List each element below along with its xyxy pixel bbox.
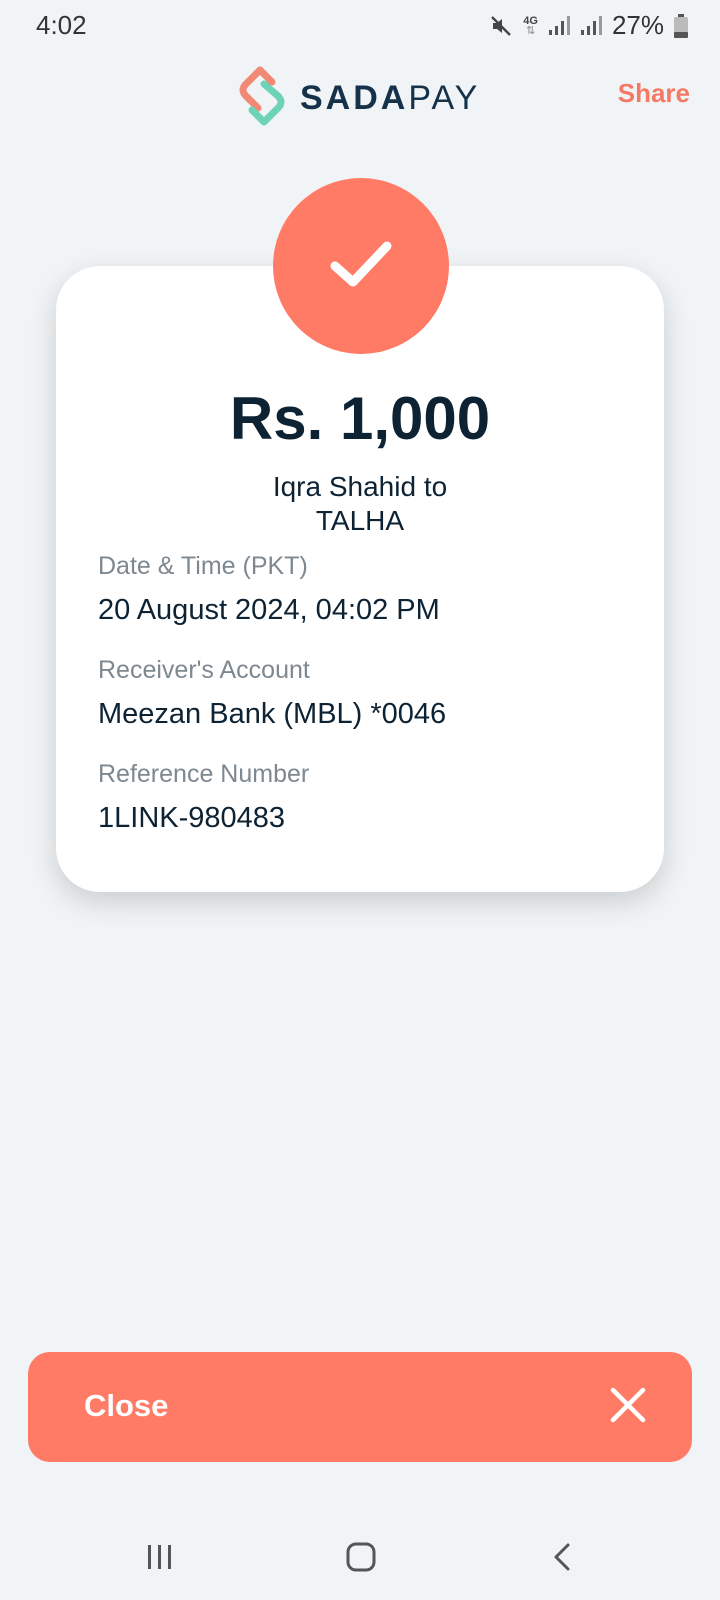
network-4g-icon: 4G ⇅: [523, 14, 538, 37]
back-icon[interactable]: [550, 1542, 574, 1577]
close-button-label: Close: [84, 1388, 169, 1423]
share-button[interactable]: Share: [618, 78, 690, 109]
close-button[interactable]: Close: [28, 1352, 692, 1462]
battery-icon: [674, 13, 688, 38]
transfer-parties: Iqra Shahid to TALHA: [56, 470, 664, 538]
recent-apps-icon[interactable]: [146, 1542, 174, 1577]
success-badge: [273, 178, 449, 354]
brand-name: SADAPAY: [300, 79, 480, 118]
close-icon: [608, 1385, 648, 1430]
sadapay-logo-icon: [238, 66, 286, 131]
sadapay-logo: SADAPAY: [238, 66, 480, 131]
brand-name-light: PAY: [408, 79, 481, 117]
receiver-name: TALHA: [315, 505, 405, 536]
brand-name-bold: SADA: [300, 79, 409, 117]
signal-icon: [580, 15, 602, 37]
mute-icon: [489, 14, 513, 38]
battery-percentage: 27%: [611, 10, 664, 40]
signal-icon: [548, 15, 570, 37]
date-time-label: Date & Time (PKT): [98, 552, 308, 580]
status-time: 4:02: [36, 10, 87, 40]
checkmark-icon: [329, 238, 393, 295]
home-icon[interactable]: [346, 1542, 376, 1577]
status-bar: 4:02 4G ⇅ 27%: [0, 0, 720, 52]
receiver-account-label: Receiver's Account: [98, 656, 310, 684]
amount: Rs. 1,000: [229, 385, 491, 452]
reference-number-value: 1LINK-980483: [98, 802, 286, 834]
reference-number-label: Reference Number: [98, 760, 310, 788]
sender-line: Iqra Shahid to: [272, 471, 448, 502]
app-header: SADAPAY Share: [0, 62, 720, 130]
status-icons: 4G ⇅ 27%: [489, 10, 688, 41]
receipt-card: Rs. 1,000 Iqra Shahid to TALHA Date & Ti…: [56, 266, 664, 892]
system-navigation-bar: [0, 1520, 720, 1600]
date-time-value: 20 August 2024, 04:02 PM: [98, 594, 440, 626]
receiver-account-value: Meezan Bank (MBL) *0046: [98, 698, 447, 730]
